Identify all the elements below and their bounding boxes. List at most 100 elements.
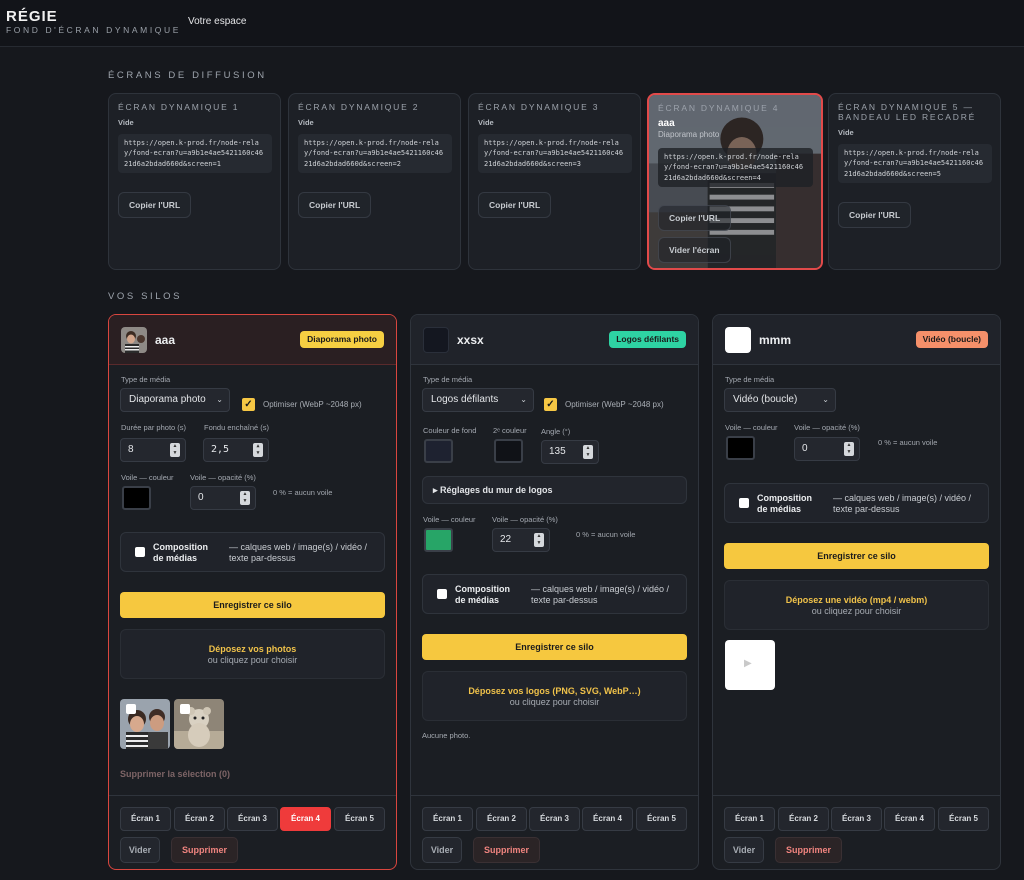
clear-silo-button[interactable]: Vider: [422, 837, 462, 863]
spinner-icon[interactable]: ▲ ▼: [253, 443, 263, 457]
composition-checkbox[interactable]: [437, 589, 447, 599]
nav-votre-espace[interactable]: Votre espace: [188, 16, 246, 27]
duration-input[interactable]: 8 ▲ ▼: [120, 438, 186, 462]
screen-4-button[interactable]: Écran 4: [884, 807, 935, 831]
media-type-select[interactable]: Vidéo (boucle) ⌄: [724, 388, 836, 412]
screens-section-title: ÉCRANS DE DIFFUSION: [108, 70, 267, 81]
screen-url: https://open.k-prod.fr/node-relay/fond-e…: [298, 134, 452, 174]
duration-value: 8: [128, 444, 134, 455]
veil-color-swatch[interactable]: [424, 528, 453, 552]
photo-tile[interactable]: [120, 699, 170, 749]
screen-card-title: ÉCRAN DYNAMIQUE 5 — BANDEAU LED RECADRÉ: [838, 102, 977, 122]
photo-select-checkbox[interactable]: [126, 704, 136, 714]
logo-drop-zone[interactable]: Déposez vos logos (PNG, SVG, WebP…) ou c…: [422, 671, 687, 721]
screen-1-button[interactable]: Écran 1: [724, 807, 775, 831]
delete-silo-button[interactable]: Supprimer: [775, 837, 842, 863]
spinner-icon[interactable]: ▲ ▼: [534, 533, 544, 547]
copy-url-button[interactable]: Copier l'URL: [838, 202, 912, 228]
copy-url-button[interactable]: Copier l'URL: [478, 192, 552, 218]
screen-1-button[interactable]: Écran 1: [120, 807, 171, 831]
second-color-swatch[interactable]: [494, 439, 523, 463]
screen-4-button[interactable]: Écran 4: [582, 807, 633, 831]
drop-title: Déposez vos logos (PNG, SVG, WebP…): [468, 686, 641, 696]
silo-header: aaa Diaporama photo: [109, 315, 396, 365]
screen-3-button[interactable]: Écran 3: [529, 807, 580, 831]
screen-3-button[interactable]: Écran 3: [227, 807, 278, 831]
veil-opacity-input[interactable]: 0 ▲ ▼: [794, 437, 860, 461]
photo-tile[interactable]: [174, 699, 224, 749]
veil-opacity-input[interactable]: 22 ▲ ▼: [492, 528, 550, 552]
composition-desc: — calques web / image(s) / vidéo / texte…: [833, 493, 972, 514]
chevron-down-icon: ⌄: [822, 395, 829, 404]
angle-input[interactable]: 135 ▲ ▼: [541, 440, 599, 464]
photo-drop-zone[interactable]: Déposez vos photos ou cliquez pour chois…: [120, 629, 385, 679]
screen-1-button[interactable]: Écran 1: [422, 807, 473, 831]
clear-silo-button[interactable]: Vider: [724, 837, 764, 863]
screen-5-button[interactable]: Écran 5: [636, 807, 687, 831]
silos-section-title: VOS SILOS: [108, 291, 183, 302]
screen-url: https://open.k-prod.fr/node-relay/fond-e…: [478, 134, 632, 174]
clear-screen-button[interactable]: Vider l'écran: [658, 237, 731, 263]
media-type-label: Type de média: [423, 375, 473, 384]
screen-card-1: ÉCRAN DYNAMIQUE 1 Vide https://open.k-pr…: [108, 93, 281, 270]
copy-url-button[interactable]: Copier l'URL: [118, 192, 192, 218]
media-composition-toggle[interactable]: Composition de médias — calques web / im…: [120, 532, 385, 572]
media-type-select[interactable]: Logos défilants ⌄: [422, 388, 534, 412]
photo-select-checkbox[interactable]: [180, 704, 190, 714]
screen-url: https://open.k-prod.fr/node-relay/fond-e…: [658, 148, 813, 188]
screen-url: https://open.k-prod.fr/node-relay/fond-e…: [118, 134, 272, 174]
app-subtitle: FOND D'ÉCRAN DYNAMIQUE: [6, 25, 181, 35]
screen-url: https://open.k-prod.fr/node-relay/fond-e…: [838, 144, 992, 184]
drop-subtitle: ou cliquez pour choisir: [509, 697, 600, 707]
veil-opacity-value: 22: [500, 534, 512, 545]
composition-title: Composition de médias: [153, 542, 208, 563]
silo-header: xxsx Logos défilants: [411, 315, 698, 365]
delete-silo-button[interactable]: Supprimer: [473, 837, 540, 863]
save-silo-button[interactable]: Enregistrer ce silo: [724, 543, 989, 569]
delete-selection-button[interactable]: Supprimer la sélection (0): [120, 769, 230, 779]
video-drop-zone[interactable]: Déposez une vidéo (mp4 / webm) ou clique…: [724, 580, 989, 630]
screen-2-button[interactable]: Écran 2: [174, 807, 225, 831]
screen-2-button[interactable]: Écran 2: [476, 807, 527, 831]
bg-color-swatch[interactable]: [424, 439, 453, 463]
optimize-checkbox[interactable]: ✓: [242, 398, 255, 411]
screen-card-title: ÉCRAN DYNAMIQUE 4: [658, 103, 780, 113]
media-type-select[interactable]: Diaporama photo ⌄: [120, 388, 230, 412]
no-photo-text: Aucune photo.: [422, 731, 471, 740]
video-tile[interactable]: ▶: [725, 640, 775, 690]
screen-5-button[interactable]: Écran 5: [938, 807, 989, 831]
veil-color-swatch[interactable]: [726, 436, 755, 460]
chevron-down-icon: ⌄: [216, 395, 223, 404]
media-composition-toggle[interactable]: Composition de médias — calques web / im…: [724, 483, 989, 523]
silo-name: aaa: [155, 333, 176, 347]
screen-5-button[interactable]: Écran 5: [334, 807, 385, 831]
optimize-checkbox[interactable]: ✓: [544, 398, 557, 411]
screen-status: Vide: [118, 118, 134, 127]
copy-url-button[interactable]: Copier l'URL: [658, 205, 732, 231]
fade-input[interactable]: 2,5 ▲ ▼: [203, 438, 269, 462]
screen-3-button[interactable]: Écran 3: [831, 807, 882, 831]
silo-card-xxsx: xxsx Logos défilants Type de média Logos…: [410, 314, 699, 870]
composition-checkbox[interactable]: [739, 498, 749, 508]
copy-url-button[interactable]: Copier l'URL: [298, 192, 372, 218]
media-composition-toggle[interactable]: Composition de médias — calques web / im…: [422, 574, 687, 614]
spinner-icon[interactable]: ▲ ▼: [844, 442, 854, 456]
spinner-icon[interactable]: ▲ ▼: [240, 491, 250, 505]
delete-silo-button[interactable]: Supprimer: [171, 837, 238, 863]
save-silo-button[interactable]: Enregistrer ce silo: [422, 634, 687, 660]
screen-card-4: ÉCRAN DYNAMIQUE 4 aaa Diaporama photo ht…: [647, 93, 823, 270]
silo-thumbnail: [121, 327, 147, 353]
logo-wall-settings-toggle[interactable]: ▸ Réglages du mur de logos: [422, 476, 687, 504]
save-silo-button[interactable]: Enregistrer ce silo: [120, 592, 385, 618]
screen-2-button[interactable]: Écran 2: [778, 807, 829, 831]
screen-4-button[interactable]: Écran 4: [280, 807, 331, 831]
veil-opacity-label: Voile — opacité (%): [492, 515, 558, 524]
spinner-icon[interactable]: ▲ ▼: [170, 443, 180, 457]
veil-opacity-input[interactable]: 0 ▲ ▼: [190, 486, 256, 510]
veil-hint: 0 % = aucun voile: [878, 438, 938, 447]
veil-color-swatch[interactable]: [122, 486, 151, 510]
clear-silo-button[interactable]: Vider: [120, 837, 160, 863]
composition-checkbox[interactable]: [135, 547, 145, 557]
chevron-down-icon: ⌄: [520, 395, 527, 404]
spinner-icon[interactable]: ▲ ▼: [583, 445, 593, 459]
